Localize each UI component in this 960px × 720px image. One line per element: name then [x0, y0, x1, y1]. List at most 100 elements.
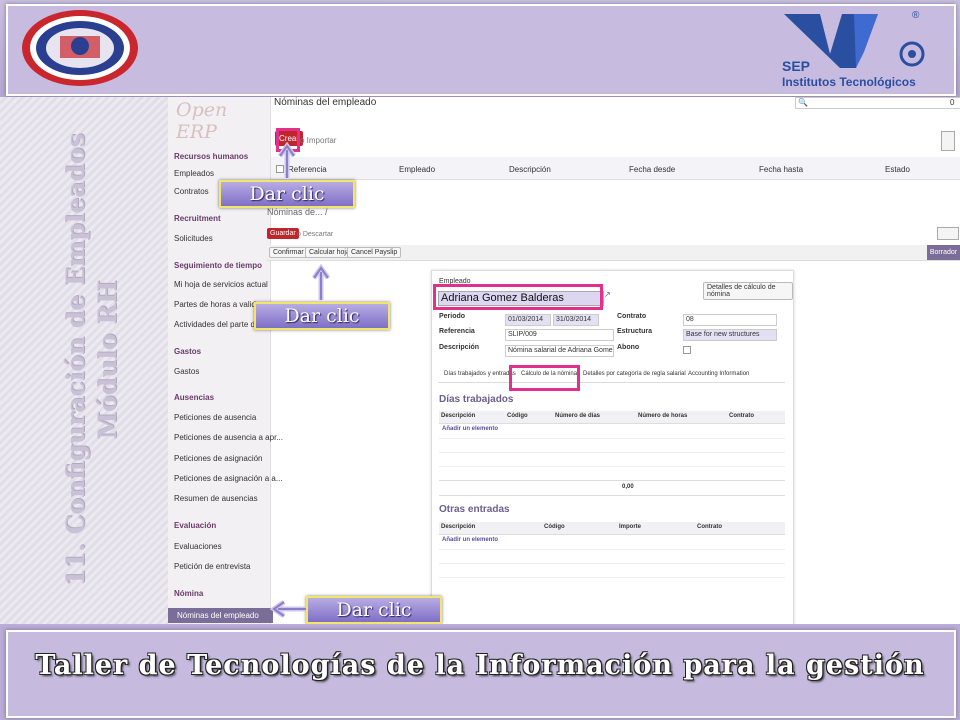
sidebar-item-4[interactable]: Solicitudes — [174, 234, 213, 243]
sidebar-section-17: Evaluación — [174, 521, 217, 530]
sidebar-item-16[interactable]: Resumen de ausencias — [174, 494, 258, 503]
main-content: Nóminas del empleado 🔍 0 Crear o Importa… — [267, 97, 960, 624]
reference-field[interactable]: SLIP/009 — [505, 329, 614, 341]
tab-rule-category-details[interactable]: Detalles por categoría de regla salarial — [583, 371, 686, 377]
arrow-up-icon — [311, 264, 331, 300]
worked-col-contrato: Contrato — [729, 413, 754, 419]
description-label: Descripción — [439, 344, 480, 351]
other-col-codigo: Código — [544, 524, 565, 530]
other-col-contrato: Contrato — [697, 524, 722, 530]
worked-days-total: 0,00 — [622, 484, 634, 490]
form-tabs: Días trabajados y entradas Cálculo de la… — [438, 367, 785, 383]
payroll-details-button[interactable]: Detalles de cálculo de nómina — [703, 282, 793, 300]
callout-click-payslips: Dar clic — [306, 596, 442, 624]
worked-days-title: Días trabajados — [439, 394, 514, 405]
sidebar-item-15[interactable]: Peticiones de asignación a a... — [174, 474, 283, 483]
other-add-item[interactable]: Añadir un elemento — [442, 537, 498, 543]
sidebar-item-7[interactable]: Partes de horas a validar — [174, 300, 263, 309]
highlight-employee-field — [433, 284, 603, 310]
sidebar-section-0: Recursos humanos — [174, 152, 249, 161]
column-fecha-desde[interactable]: Fecha desde — [629, 165, 675, 174]
sidebar-item-19[interactable]: Petición de entrevista — [174, 562, 251, 571]
worked-days-header: Descripción Código Número de días Número… — [439, 411, 785, 424]
worked-row-line — [439, 452, 785, 453]
sidebar-item-12[interactable]: Peticiones de ausencia — [174, 413, 256, 422]
vertical-title: 11. Configuración de Empleados Módulo RH — [60, 133, 124, 586]
list-view-icon[interactable] — [941, 131, 955, 151]
date-to-field[interactable]: 31/03/2014 — [553, 314, 599, 326]
worked-col-horas: Número de horas — [638, 413, 688, 419]
sidebar-section-5: Seguimiento de tiempo — [174, 261, 263, 270]
sidebar-item-1[interactable]: Empleados — [174, 169, 214, 178]
sidebar-section-3: Recruitment — [174, 214, 221, 223]
sidebar-item-21[interactable]: Nóminas del empleado — [168, 608, 273, 623]
arrow-up-icon — [277, 142, 297, 178]
sidebar-section-20: Nómina — [174, 589, 204, 598]
save-button[interactable]: Guardar — [267, 228, 299, 239]
other-inputs-header: Descripción Código Importe Contrato — [439, 522, 785, 535]
import-link[interactable]: o Importar — [300, 136, 336, 145]
worked-col-dias: Número de días — [555, 413, 601, 419]
sidebar-item-10[interactable]: Gastos — [174, 367, 199, 376]
contract-field[interactable]: 08 — [683, 314, 777, 326]
worked-row-line — [439, 466, 785, 467]
sidebar-section-9: Gastos — [174, 347, 202, 356]
other-row-line — [439, 563, 785, 564]
external-link-icon[interactable]: ↗ — [604, 290, 611, 299]
form-toolbar: Confirmar Calcular hoja Cancel Payslip B… — [267, 245, 960, 261]
contract-label: Contrato — [617, 313, 647, 320]
tab-accounting-information[interactable]: Accounting Information — [688, 371, 749, 377]
state-badge: Borrador — [927, 245, 960, 260]
confirm-button[interactable]: Confirmar — [269, 247, 308, 258]
sidebar-item-2[interactable]: Contratos — [174, 187, 209, 196]
sidebar: Open ERP Recursos humanos Empleados Contra… — [168, 97, 283, 624]
refund-label: Abono — [617, 344, 640, 351]
sidebar-section-11: Ausencias — [174, 393, 215, 402]
search-input[interactable]: 🔍 0 — [795, 97, 960, 109]
sidebar-item-6[interactable]: Mi hoja de servicios actual — [174, 280, 268, 289]
arrow-left-icon — [270, 599, 306, 619]
discard-link[interactable]: o Descartar — [297, 231, 333, 238]
worked-add-item[interactable]: Añadir un elemento — [442, 426, 498, 432]
payslip-sheet: Empleado Adriana Gomez Balderas ↗ Detall… — [431, 270, 794, 624]
worked-col-codigo: Código — [507, 413, 528, 419]
institutos-text: Institutos Tecnológicos — [782, 75, 916, 89]
search-icon: 🔍 — [798, 98, 808, 107]
description-field[interactable]: Nómina salarial de Adriana Gomez Baldera… — [505, 345, 614, 357]
column-empleado[interactable]: Empleado — [399, 165, 435, 174]
callout-click-create: Dar clic — [219, 180, 355, 208]
structure-label: Estructura — [617, 328, 653, 335]
reference-label: Referencia — [439, 328, 475, 335]
other-col-descripcion: Descripción — [441, 524, 476, 530]
sidebar-item-13[interactable]: Peticiones de ausencia a apr... — [174, 433, 283, 442]
refund-checkbox[interactable] — [683, 346, 691, 354]
form-view-icon[interactable] — [937, 227, 959, 240]
openerp-brand: Open ERP — [176, 99, 228, 143]
period-label: Periodo — [439, 313, 466, 320]
structure-field[interactable]: Base for new structures — [683, 329, 777, 341]
tab-worked-days[interactable]: Días trabajados y entradas — [444, 371, 516, 377]
instituto-seal-logo — [22, 10, 138, 86]
sidebar-item-14[interactable]: Peticiones de asignación — [174, 454, 263, 463]
other-inputs-title: Otras entradas — [439, 504, 510, 515]
column-fecha-hasta[interactable]: Fecha hasta — [759, 165, 803, 174]
highlight-calculation-tab — [509, 365, 580, 391]
breadcrumb[interactable]: Nóminas de... / — [267, 207, 328, 217]
sidebar-item-18[interactable]: Evaluaciones — [174, 542, 222, 551]
other-row-line — [439, 549, 785, 550]
other-row-line — [439, 577, 785, 578]
list-title: Nóminas del empleado — [274, 97, 377, 108]
cancel-payslip-button[interactable]: Cancel Payslip — [347, 247, 402, 258]
registered-mark: ® — [912, 10, 920, 21]
sep-text: SEP — [782, 58, 811, 74]
worked-row-line — [439, 438, 785, 439]
vertical-title-line-1: 11. Configuración de Empleados — [61, 133, 90, 587]
worked-col-descripcion: Descripción — [441, 413, 476, 419]
worked-days-footer: 0,00 — [439, 480, 785, 496]
column-descripcion[interactable]: Descripción — [509, 165, 551, 174]
list-header: Referencia Empleado Descripción Fecha de… — [271, 157, 960, 180]
vertical-title-line-2: Módulo RH — [93, 280, 122, 440]
column-estado[interactable]: Estado — [885, 165, 910, 174]
footer-title: Taller de Tecnologías de la Información … — [35, 650, 925, 681]
date-from-field[interactable]: 01/03/2014 — [505, 314, 551, 326]
